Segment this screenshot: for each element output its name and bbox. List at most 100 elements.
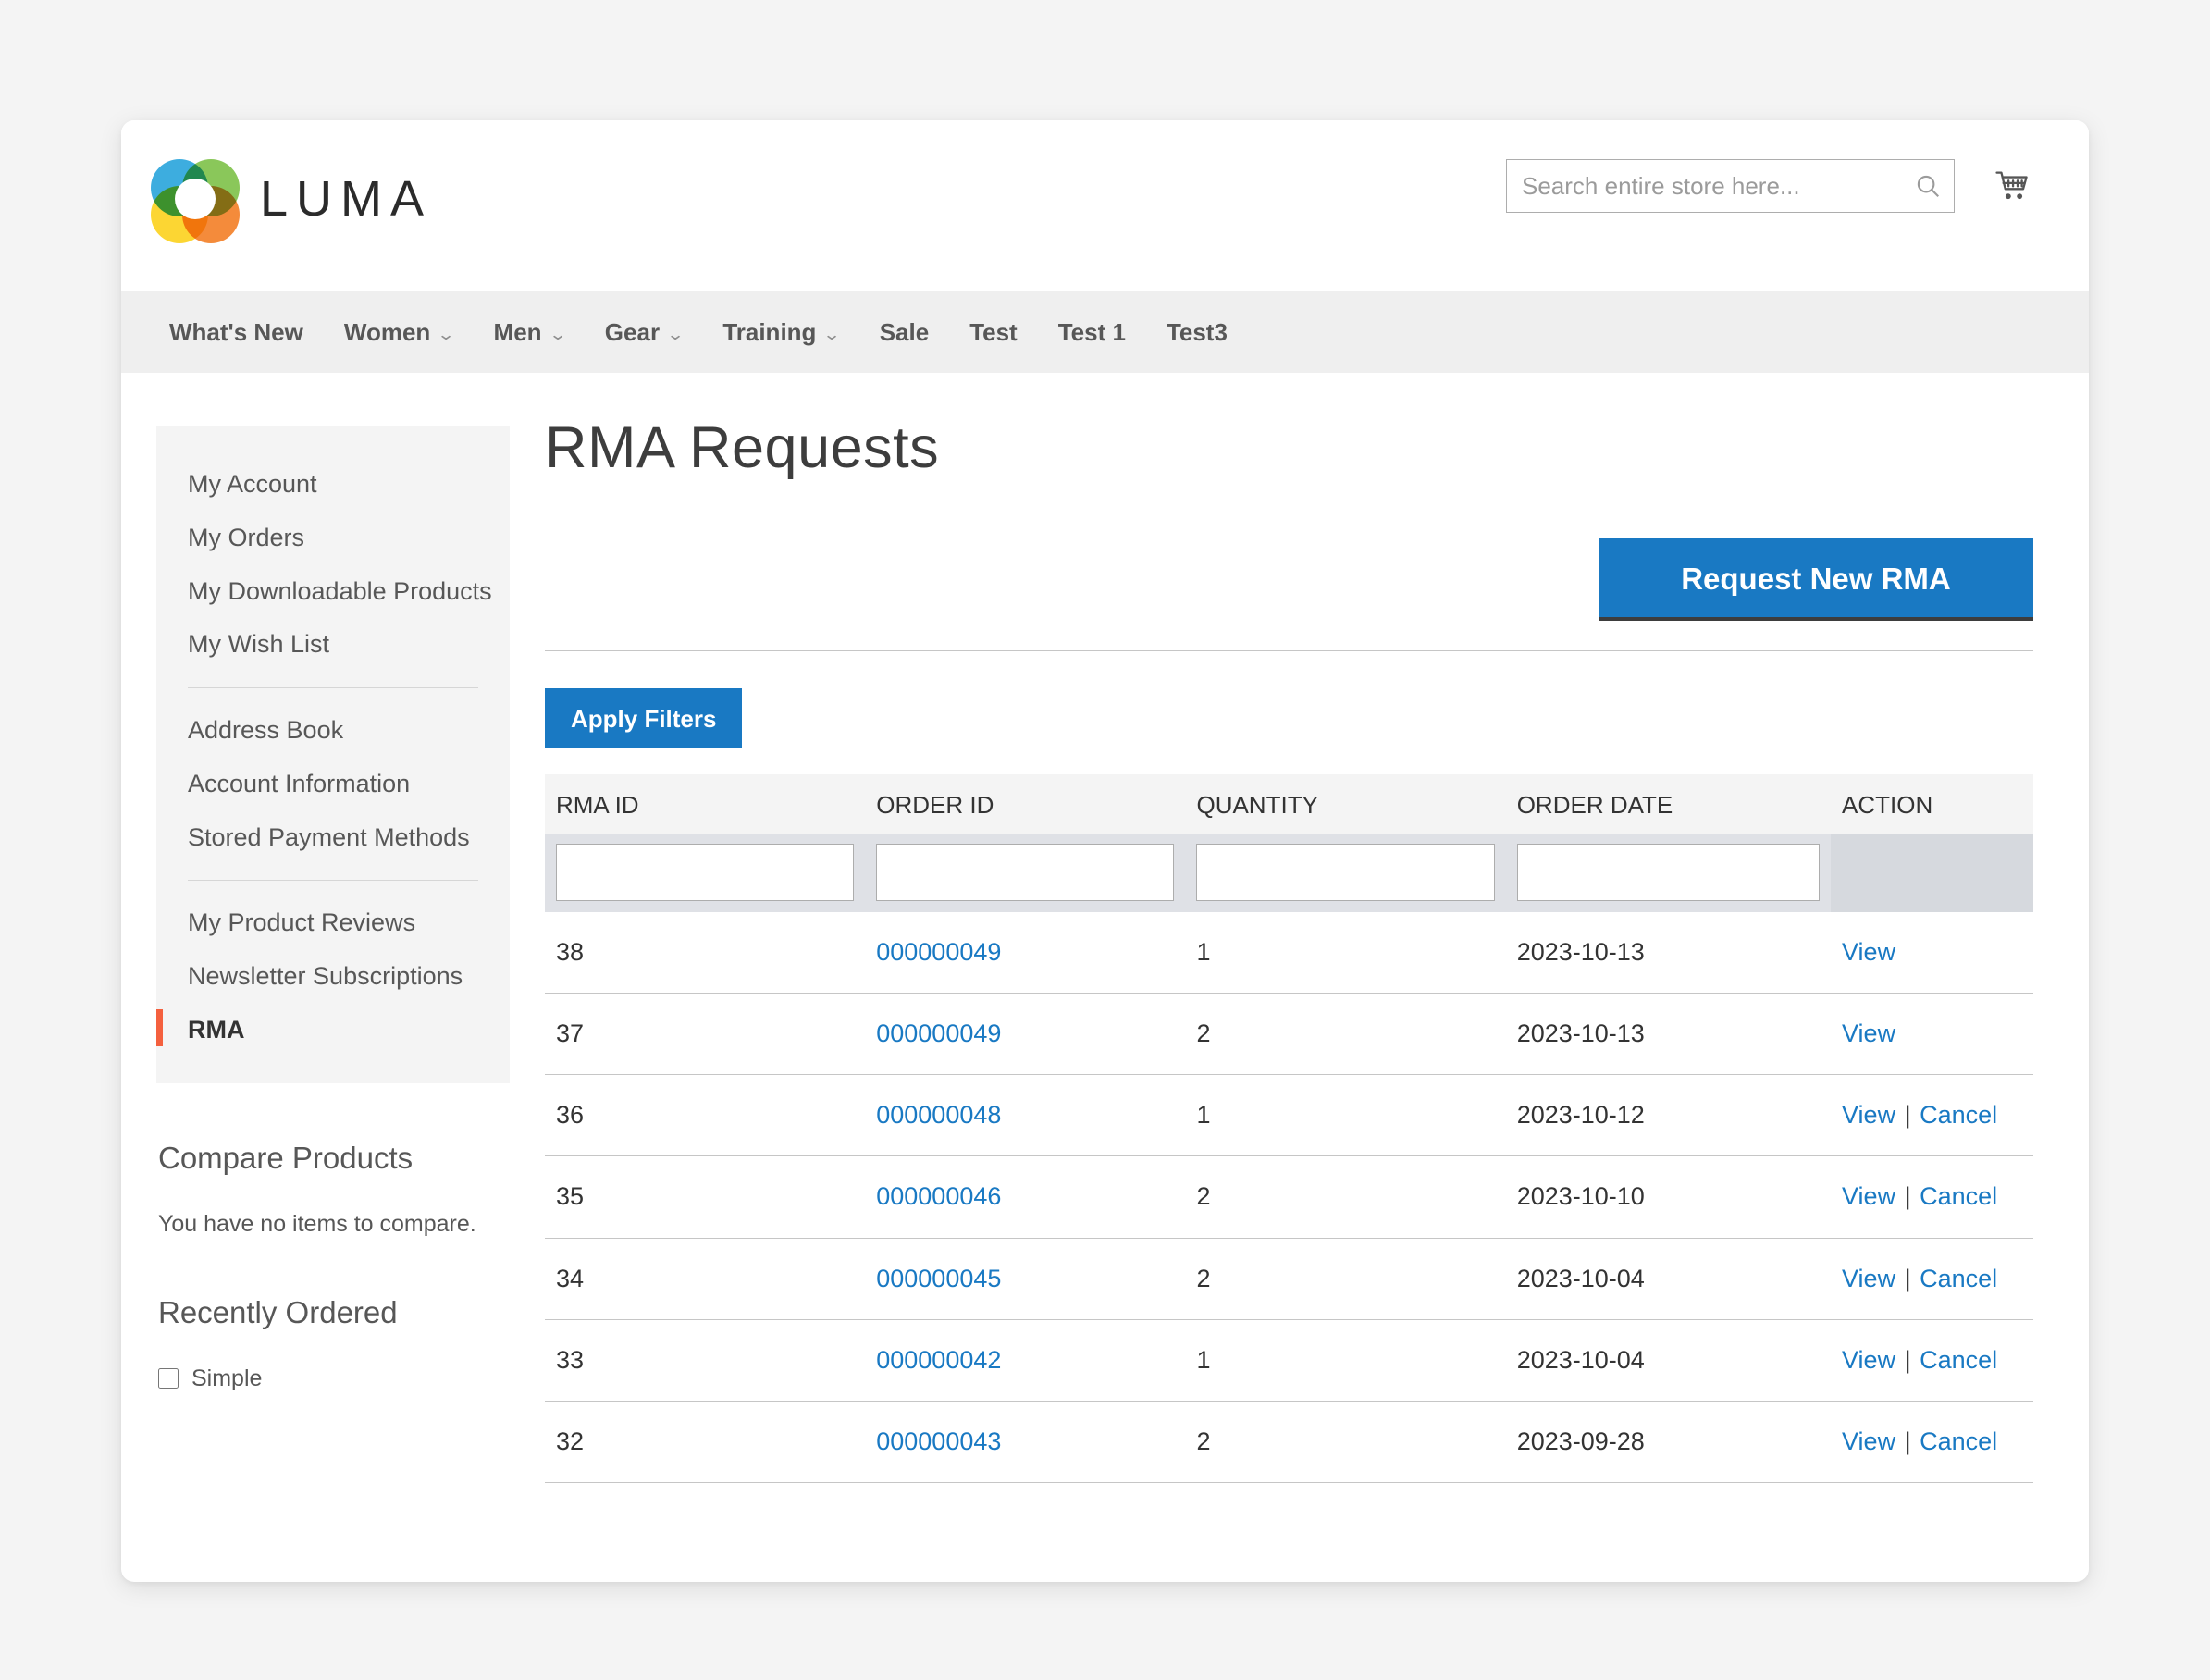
sidebar-item-my-account[interactable]: My Account xyxy=(156,458,510,512)
sidebar-item-label: RMA xyxy=(188,1015,245,1044)
nav-item-whats-new[interactable]: What's New xyxy=(149,291,324,373)
recently-ordered-item[interactable]: Simple xyxy=(158,1365,510,1392)
cell-rma-id: 33 xyxy=(545,1319,866,1402)
nav-item-test3[interactable]: Test3 xyxy=(1146,291,1248,373)
shopping-cart-icon[interactable] xyxy=(1990,165,2038,209)
luma-logo[interactable]: LUMA xyxy=(151,154,432,243)
sidebar-item-label: My Orders xyxy=(188,523,305,551)
cancel-link[interactable]: Cancel xyxy=(1920,1182,1997,1210)
apply-filters-button[interactable]: Apply Filters xyxy=(545,688,743,748)
view-link[interactable]: View xyxy=(1842,1019,1895,1047)
sidebar-item-my-downloadable-products[interactable]: My Downloadable Products xyxy=(156,565,510,619)
view-link[interactable]: View xyxy=(1842,1427,1895,1455)
sidebar-item-newsletter-subscriptions[interactable]: Newsletter Subscriptions xyxy=(156,950,510,1004)
rma-table-body: 38 000000049 1 2023-10-13 View 37 000000049 2 20… xyxy=(545,912,2033,1483)
search-icon[interactable] xyxy=(1902,160,1954,212)
cancel-link[interactable]: Cancel xyxy=(1920,1427,1997,1455)
cell-order-id: 000000049 xyxy=(865,993,1186,1076)
page-title: RMA Requests xyxy=(545,415,940,480)
cell-order-date: 2023-09-28 xyxy=(1505,1401,1832,1483)
page-body: My Account My Orders My Downloadable Pro… xyxy=(121,373,2089,1483)
sidebar-item-rma[interactable]: RMA xyxy=(156,1004,510,1057)
nav-label: Sale xyxy=(879,317,930,346)
cell-order-id: 000000042 xyxy=(865,1319,1186,1402)
sidebar-item-my-product-reviews[interactable]: My Product Reviews xyxy=(156,896,510,950)
cell-rma-id: 32 xyxy=(545,1401,866,1483)
cell-rma-id: 37 xyxy=(545,993,866,1076)
nav-item-sale[interactable]: Sale xyxy=(859,291,950,373)
nav-item-test[interactable]: Test xyxy=(949,291,1038,373)
view-link[interactable]: View xyxy=(1842,1346,1895,1374)
filter-cell-action xyxy=(1831,834,2033,912)
nav-item-men[interactable]: Men ⌄ xyxy=(474,291,585,373)
order-id-link[interactable]: 000000049 xyxy=(876,1019,1001,1047)
order-id-link[interactable]: 000000045 xyxy=(876,1265,1001,1292)
table-row: 37 000000049 2 2023-10-13 View xyxy=(545,993,2033,1076)
cell-rma-id: 36 xyxy=(545,1074,866,1157)
cell-order-date: 2023-10-04 xyxy=(1505,1238,1832,1320)
order-id-link[interactable]: 000000043 xyxy=(876,1427,1001,1455)
table-row: 32 000000043 2 2023-09-28 View | Cancel xyxy=(545,1401,2033,1483)
sidebar-item-stored-payment-methods[interactable]: Stored Payment Methods xyxy=(156,811,510,865)
search-box xyxy=(1506,159,1955,213)
column-header-quantity: QUANTITY xyxy=(1185,774,1506,834)
sidebar-item-address-book[interactable]: Address Book xyxy=(156,704,510,758)
nav-label: Test xyxy=(969,317,1018,346)
nav-item-gear[interactable]: Gear ⌄ xyxy=(585,291,703,373)
account-sidebar: My Account My Orders My Downloadable Pro… xyxy=(121,373,510,1483)
view-link[interactable]: View xyxy=(1842,938,1895,966)
nav-item-training[interactable]: Training ⌄ xyxy=(702,291,858,373)
sidebar-item-label: My Product Reviews xyxy=(188,908,416,937)
column-header-rma-id: RMA ID xyxy=(545,774,866,834)
sidebar-item-my-wish-list[interactable]: My Wish List xyxy=(156,618,510,672)
cell-quantity: 2 xyxy=(1185,1401,1506,1483)
column-header-order-date: ORDER DATE xyxy=(1505,774,1832,834)
filter-input-order-id[interactable] xyxy=(876,844,1175,901)
filter-input-rma-id[interactable] xyxy=(556,844,855,901)
cancel-link[interactable]: Cancel xyxy=(1920,1101,1997,1129)
view-link[interactable]: View xyxy=(1842,1265,1895,1292)
order-id-link[interactable]: 000000042 xyxy=(876,1346,1001,1374)
cell-quantity: 2 xyxy=(1185,993,1506,1076)
sidebar-item-label: Address Book xyxy=(188,716,344,744)
cell-action: View xyxy=(1831,993,2033,1076)
new-rma-row: Request New RMA xyxy=(545,538,2033,651)
sidebar-item-account-information[interactable]: Account Information xyxy=(156,758,510,811)
request-new-rma-button[interactable]: Request New RMA xyxy=(1599,538,2033,621)
main-content: RMA Requests Request New RMA Apply Filte… xyxy=(510,373,2089,1483)
sidebar-item-my-orders[interactable]: My Orders xyxy=(156,512,510,565)
table-row: 33 000000042 1 2023-10-04 View | Cancel xyxy=(545,1319,2033,1402)
logo-center-hole xyxy=(175,179,216,219)
nav-item-test-1[interactable]: Test 1 xyxy=(1038,291,1146,373)
table-row: 34 000000045 2 2023-10-04 View | Cancel xyxy=(545,1238,2033,1320)
nav-label: Test3 xyxy=(1166,317,1228,346)
order-id-link[interactable]: 000000046 xyxy=(876,1182,1001,1210)
recently-ordered-checkbox[interactable] xyxy=(158,1368,179,1389)
action-separator: | xyxy=(1897,1182,1919,1211)
action-separator: | xyxy=(1897,1427,1919,1455)
cell-action: View | Cancel xyxy=(1831,1155,2033,1239)
search-input[interactable] xyxy=(1507,160,1902,212)
brand-name: LUMA xyxy=(260,171,433,227)
table-row: 38 000000049 1 2023-10-13 View xyxy=(545,912,2033,994)
cell-quantity: 2 xyxy=(1185,1155,1506,1239)
sidebar-divider xyxy=(188,687,478,688)
nav-item-women[interactable]: Women ⌄ xyxy=(324,291,474,373)
cancel-link[interactable]: Cancel xyxy=(1920,1346,1997,1374)
order-id-link[interactable]: 000000049 xyxy=(876,938,1001,966)
cell-quantity: 2 xyxy=(1185,1238,1506,1320)
sidebar-item-label: Stored Payment Methods xyxy=(188,822,470,851)
filter-input-order-date[interactable] xyxy=(1516,844,1821,901)
sidebar-item-label: Newsletter Subscriptions xyxy=(188,962,463,990)
cell-order-date: 2023-10-04 xyxy=(1505,1319,1832,1402)
order-id-link[interactable]: 000000048 xyxy=(876,1101,1001,1129)
cell-order-id: 000000048 xyxy=(865,1074,1186,1157)
filter-cell-order-date xyxy=(1505,834,1832,912)
cell-order-id: 000000046 xyxy=(865,1155,1186,1239)
view-link[interactable]: View xyxy=(1842,1101,1895,1129)
cell-action: View | Cancel xyxy=(1831,1238,2033,1320)
table-row: 35 000000046 2 2023-10-10 View | Cancel xyxy=(545,1155,2033,1239)
view-link[interactable]: View xyxy=(1842,1182,1895,1210)
filter-input-quantity[interactable] xyxy=(1196,844,1495,901)
cancel-link[interactable]: Cancel xyxy=(1920,1265,1997,1292)
